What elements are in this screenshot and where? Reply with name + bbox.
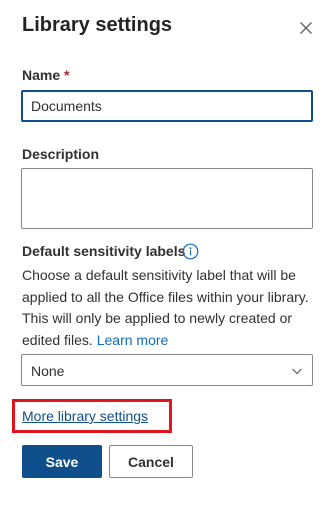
library-settings-panel: Library settings Name * Description Defa…: [0, 0, 330, 510]
dropdown-selected-value: None: [31, 363, 65, 379]
name-label-text: Name: [22, 67, 61, 83]
chevron-down-icon: [292, 368, 302, 375]
sensitivity-label: Default sensitivity labels: [22, 243, 186, 259]
close-icon: [300, 22, 312, 34]
required-asterisk: *: [64, 67, 70, 83]
close-button[interactable]: [296, 18, 316, 38]
more-library-settings-link[interactable]: More library settings: [22, 408, 148, 424]
save-button[interactable]: Save: [22, 445, 102, 478]
description-input[interactable]: [21, 168, 313, 229]
name-label: Name *: [22, 67, 69, 83]
name-input[interactable]: [21, 90, 313, 122]
description-label: Description: [22, 146, 100, 162]
learn-more-link[interactable]: Learn more: [97, 332, 169, 348]
info-icon[interactable]: [182, 243, 199, 260]
cancel-button[interactable]: Cancel: [109, 445, 193, 478]
panel-title: Library settings: [22, 14, 173, 36]
sensitivity-help-text: Choose a default sensitivity label that …: [22, 265, 318, 351]
sensitivity-dropdown[interactable]: None: [21, 354, 313, 386]
